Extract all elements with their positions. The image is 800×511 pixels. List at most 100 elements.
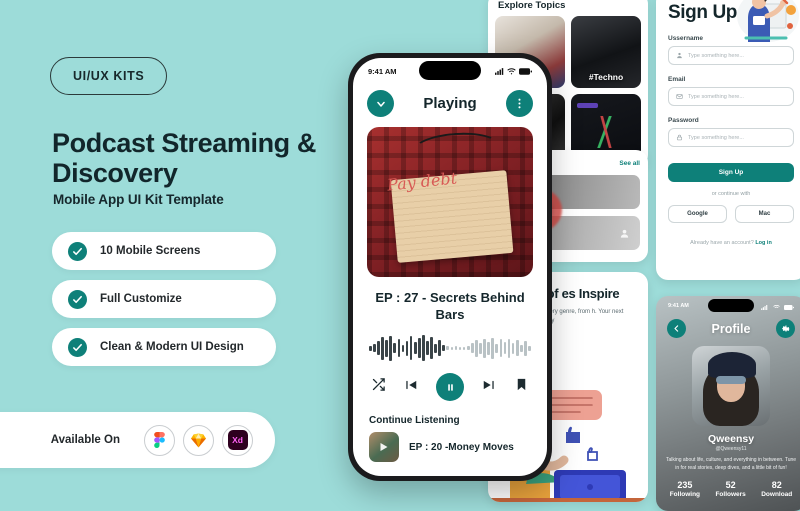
avatar[interactable] (692, 346, 770, 426)
dynamic-island (419, 61, 481, 80)
more-vertical-icon[interactable] (505, 90, 533, 117)
battery-icon (784, 305, 794, 310)
see-all-link[interactable]: See all (619, 160, 640, 167)
skip-back-icon[interactable] (404, 378, 418, 397)
screen-signup: Sign Up Ussername Type something here...… (656, 0, 800, 280)
stat-value: 82 (771, 479, 782, 490)
bookmark-icon[interactable] (514, 377, 529, 397)
avatar-sunglasses (716, 375, 746, 384)
check-icon (68, 289, 87, 309)
chevron-down-icon[interactable] (367, 90, 394, 117)
episode-title: EP : 27 - Secrets Behind Bars (375, 290, 525, 322)
login-prompt-text: Already have an account? (690, 240, 756, 246)
signup-button[interactable]: Sign Up (668, 163, 794, 182)
chevron-left-icon[interactable] (667, 319, 686, 338)
password-placeholder: Type something here... (688, 134, 744, 141)
check-icon (68, 241, 87, 261)
lock-icon (676, 134, 683, 141)
play-icon (380, 443, 388, 452)
stat-followers: 52 Followers (715, 480, 745, 498)
phone-screen: 9:41 AM Playing Pay debt EP : 27 - Secre… (353, 58, 547, 476)
continue-episode-title: EP : 20 -Money Moves (409, 441, 514, 453)
status-time: 9:41 AM (368, 66, 397, 76)
pause-icon[interactable] (436, 373, 464, 402)
player-controls (371, 373, 529, 402)
status-bar: 9:41 AM (353, 58, 547, 84)
topic-card-techno[interactable]: #Techno (571, 16, 641, 88)
email-label: Email (668, 76, 686, 83)
page-title: Podcast Streaming & Discovery (52, 128, 316, 189)
sketch-icon[interactable] (183, 424, 214, 456)
profile-header: Profile (656, 316, 800, 338)
password-field[interactable]: Type something here... (668, 128, 794, 147)
adobe-xd-icon[interactable]: Xd (222, 424, 253, 456)
stat-value: 235 (677, 479, 693, 490)
username-placeholder: Type something here... (688, 52, 744, 59)
album-artwork: Pay debt (367, 127, 533, 277)
continue-listening-title: Continue Listening (369, 415, 460, 427)
check-icon (68, 337, 87, 357)
google-login-button[interactable]: Google (668, 205, 727, 223)
stat-value: 52 (725, 479, 736, 490)
audio-waveform[interactable] (369, 335, 531, 362)
available-on-card: Available On Xd (0, 412, 275, 468)
wifi-icon (507, 67, 516, 74)
skip-forward-icon[interactable] (482, 378, 496, 397)
dynamic-island (708, 299, 754, 312)
email-field[interactable]: Type something here... (668, 87, 794, 106)
figma-icon[interactable] (144, 424, 175, 456)
adobe-xd-label: Xd (227, 430, 248, 450)
episode-thumbnail[interactable] (369, 432, 399, 463)
feature-item-screens: 10 Mobile Screens (52, 232, 276, 270)
left-promo-panel: UI/UX KITS Podcast Streaming & Discovery… (0, 0, 340, 500)
login-link[interactable]: Log in (755, 240, 772, 246)
profile-bio: Talking about life, culture, and everyth… (665, 457, 797, 471)
explore-topics-title: Explore Topics (498, 0, 566, 11)
status-bar: 9:41 AM (656, 296, 800, 316)
mac-login-button[interactable]: Mac (735, 205, 794, 223)
person-icon (620, 229, 629, 238)
feature-label: Full Customize (100, 293, 182, 305)
person-icon (677, 52, 682, 59)
glasses-decoration (412, 130, 501, 166)
login-prompt: Already have an account? Log in (668, 240, 794, 246)
status-icons (761, 297, 794, 315)
profile-stats: 235 Following 52 Followers 82 Download (656, 480, 800, 498)
signal-icon (761, 305, 768, 310)
password-label: Password (668, 117, 699, 124)
screen-profile: 9:41 AM Profile Qweensy @Qweensy11 Talki… (656, 296, 800, 511)
stat-label: Followers (715, 490, 746, 498)
list-item[interactable]: EP : 20 -Money Moves (369, 432, 531, 463)
uiux-kits-badge: UI/UX KITS (50, 57, 168, 95)
phone-mockup-playing: 9:41 AM Playing Pay debt EP : 27 - Secre… (348, 53, 552, 481)
username-field[interactable]: Type something here... (668, 46, 794, 65)
player-header: Playing (353, 84, 547, 127)
stat-label: Following (669, 490, 701, 498)
continue-listening-section: Continue Listening EP : 20 -Money Moves (369, 415, 531, 463)
player-title: Playing (423, 95, 477, 112)
shuffle-icon[interactable] (371, 377, 386, 397)
wifi-icon (772, 304, 780, 309)
profile-name: Qweensy (707, 433, 755, 445)
feature-item-customize: Full Customize (52, 280, 276, 318)
email-placeholder: Type something here... (688, 93, 744, 100)
feature-item-design: Clean & Modern UI Design (52, 328, 276, 366)
gear-icon[interactable] (776, 319, 795, 338)
signal-icon (495, 67, 504, 75)
mail-icon (676, 94, 683, 99)
profile-handle: @Qweensy11 (715, 446, 747, 452)
feature-label: 10 Mobile Screens (100, 245, 201, 257)
status-icons (495, 67, 532, 75)
stat-label: Download (761, 490, 793, 498)
right-screens-column: Sign Up Ussername Type something here...… (656, 0, 800, 511)
status-time: 9:41 AM (668, 303, 689, 309)
profile-title: Profile (711, 321, 751, 336)
stat-download: 82 Download (761, 480, 792, 498)
feature-label: Clean & Modern UI Design (100, 341, 244, 353)
available-on-label: Available On (50, 434, 120, 446)
avatar-bandana (707, 352, 756, 378)
page-subtitle: Mobile App UI Kit Template (53, 192, 224, 207)
stat-following: 235 Following (670, 480, 700, 498)
topic-label: #Techno (588, 72, 624, 82)
battery-icon (519, 67, 532, 75)
